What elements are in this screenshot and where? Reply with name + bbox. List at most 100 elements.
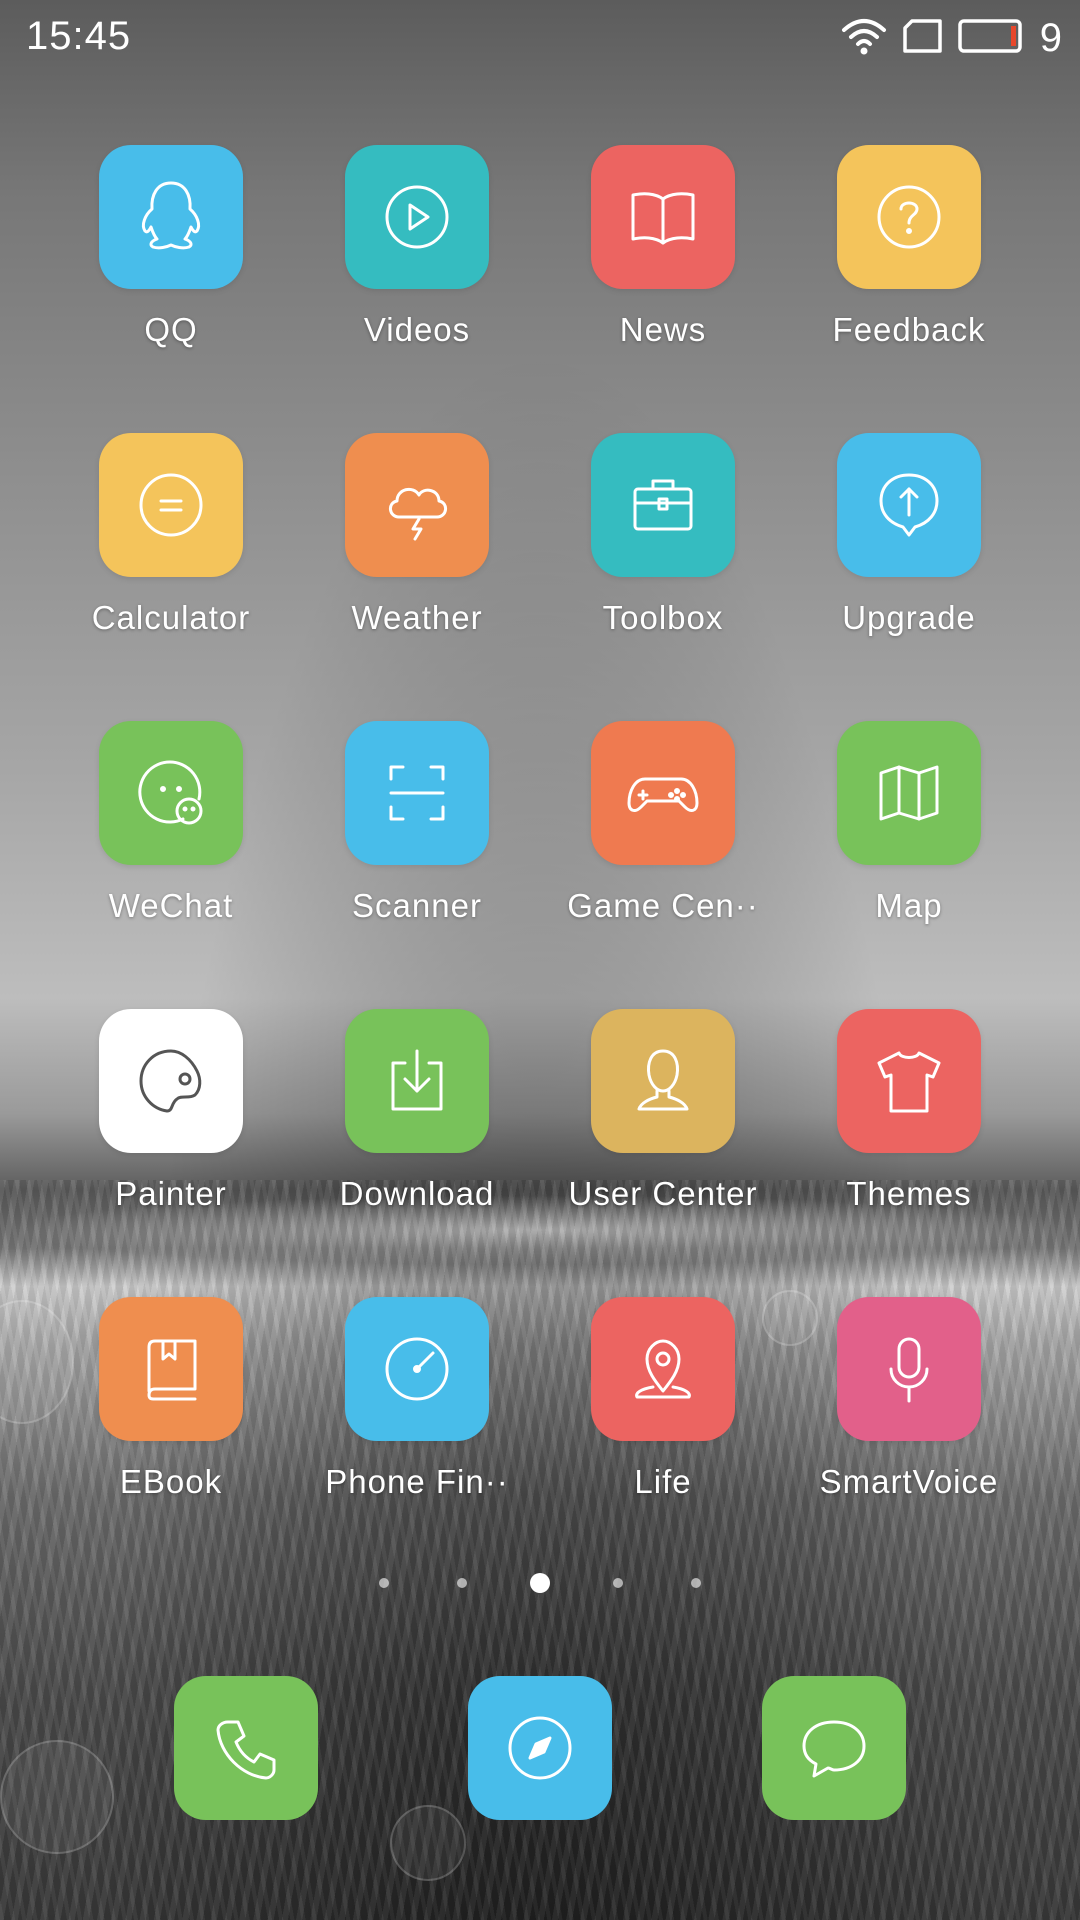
app-tile (99, 433, 243, 577)
gauge-icon (385, 1337, 449, 1401)
upload-arrow-icon (879, 473, 939, 537)
app-tile (99, 145, 243, 289)
app-toolbox[interactable]: Toolbox (540, 433, 786, 663)
location-pin-icon (635, 1339, 691, 1399)
app-tile (345, 145, 489, 289)
status-bar: 15:45 9 (0, 0, 1080, 76)
app-tile (837, 1009, 981, 1153)
briefcase-icon (633, 479, 693, 531)
dock-browser[interactable] (468, 1676, 612, 1820)
app-tile (591, 145, 735, 289)
app-tile (345, 433, 489, 577)
app-label: EBook (119, 1463, 223, 1500)
palette-icon (139, 1049, 202, 1113)
gamepad-icon (627, 777, 699, 812)
sim-icon (902, 18, 944, 58)
download-icon (391, 1049, 443, 1111)
app-label: Calculator (91, 599, 251, 636)
bokeh (0, 1740, 114, 1854)
page-dot[interactable] (457, 1578, 467, 1588)
app-tile (837, 433, 981, 577)
chat-faces-icon (138, 760, 203, 825)
app-label: Game Cen·· (567, 887, 759, 924)
app-label: Weather (351, 599, 483, 636)
page-dot-active[interactable] (530, 1573, 550, 1593)
scan-frame-icon (389, 765, 445, 821)
app-news[interactable]: News (540, 145, 786, 375)
app-label: Themes (846, 1175, 972, 1212)
app-tile (345, 721, 489, 865)
status-icons: 9 (840, 14, 1062, 62)
app-tile (591, 721, 735, 865)
app-tile (591, 1297, 735, 1441)
storm-cloud-icon (389, 487, 447, 541)
app-user-center[interactable]: User Center (540, 1009, 786, 1239)
message-bubble-icon (802, 1720, 866, 1778)
app-tile (99, 1297, 243, 1441)
play-icon (385, 185, 449, 249)
app-label: User Center (568, 1175, 758, 1212)
dock-messages[interactable] (762, 1676, 906, 1820)
battery-icon (958, 18, 1026, 58)
app-ebook[interactable]: EBook (48, 1297, 294, 1527)
microphone-icon (889, 1337, 929, 1403)
app-label: Map (875, 887, 943, 924)
app-game-center[interactable]: Game Cen·· (540, 721, 786, 951)
app-upgrade[interactable]: Upgrade (786, 433, 1032, 663)
app-label: Download (339, 1175, 495, 1212)
clock: 15:45 (26, 14, 132, 58)
compass-icon (508, 1716, 572, 1780)
penguin-icon (141, 181, 201, 250)
app-qq[interactable]: QQ (48, 145, 294, 375)
app-label: News (619, 311, 707, 348)
app-painter[interactable]: Painter (48, 1009, 294, 1239)
phone-icon (216, 1720, 276, 1780)
app-label: SmartVoice (819, 1463, 999, 1500)
app-calculator[interactable]: Calculator (48, 433, 294, 663)
app-life[interactable]: Life (540, 1297, 786, 1527)
app-feedback[interactable]: Feedback (786, 145, 1032, 375)
question-icon (877, 185, 941, 249)
dock-phone[interactable] (174, 1676, 318, 1820)
app-tile (99, 1009, 243, 1153)
page-dot[interactable] (691, 1578, 701, 1588)
app-label: Videos (363, 311, 471, 348)
app-tile (345, 1297, 489, 1441)
app-label: WeChat (108, 887, 234, 924)
user-icon (637, 1049, 689, 1111)
page-dot[interactable] (379, 1578, 389, 1588)
app-scanner[interactable]: Scanner (294, 721, 540, 951)
app-phone-finder[interactable]: Phone Fin·· (294, 1297, 540, 1527)
app-label: Phone Fin·· (325, 1463, 509, 1500)
map-icon (879, 765, 939, 821)
app-label: Painter (115, 1175, 227, 1212)
app-label: Feedback (832, 311, 986, 348)
book-icon (147, 1339, 197, 1401)
app-themes[interactable]: Themes (786, 1009, 1032, 1239)
app-label: Scanner (352, 887, 482, 924)
page-indicator (0, 1573, 1080, 1594)
app-label: Upgrade (842, 599, 976, 636)
app-map[interactable]: Map (786, 721, 1032, 951)
page-dot[interactable] (613, 1578, 623, 1588)
app-tile (591, 433, 735, 577)
app-smartvoice[interactable]: SmartVoice (786, 1297, 1032, 1527)
app-weather[interactable]: Weather (294, 433, 540, 663)
battery-level: 9 (1039, 15, 1062, 60)
app-videos[interactable]: Videos (294, 145, 540, 375)
app-label: Toolbox (602, 599, 724, 636)
open-book-icon (631, 192, 695, 245)
app-wechat[interactable]: WeChat (48, 721, 294, 951)
wifi-icon (840, 16, 888, 61)
app-download[interactable]: Download (294, 1009, 540, 1239)
app-tile (99, 721, 243, 865)
app-tile (837, 1297, 981, 1441)
app-label: QQ (144, 311, 198, 348)
tshirt-icon (877, 1051, 941, 1113)
equals-icon (139, 473, 203, 537)
app-tile (837, 721, 981, 865)
app-tile (591, 1009, 735, 1153)
app-tile (837, 145, 981, 289)
bokeh (390, 1805, 466, 1881)
app-label: Life (634, 1463, 692, 1500)
